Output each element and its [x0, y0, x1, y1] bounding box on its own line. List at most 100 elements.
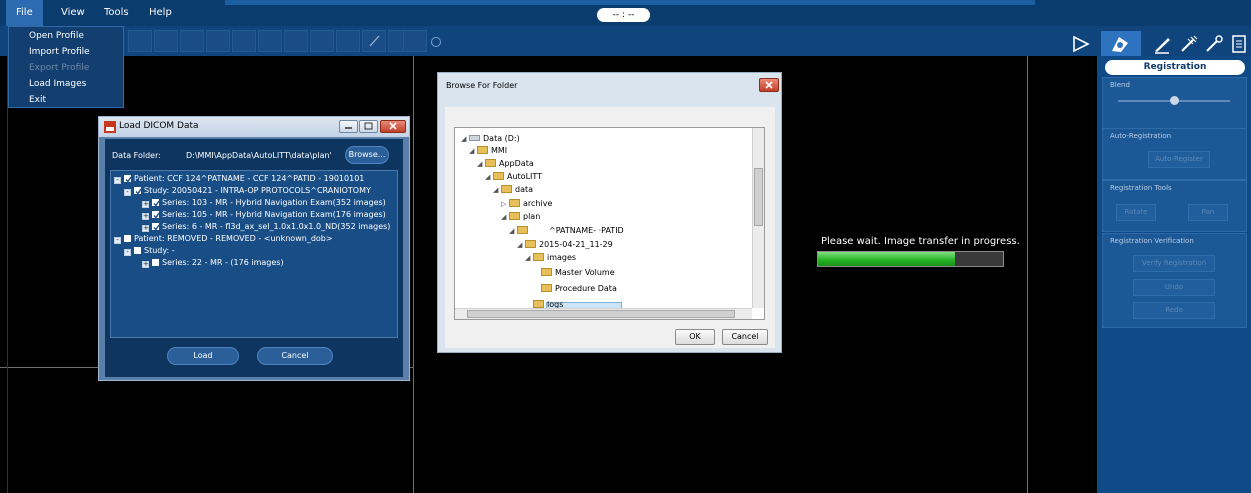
folder-icon: [477, 146, 488, 154]
toolbar-button[interactable]: [310, 30, 334, 52]
ellipse-tool-icon[interactable]: [431, 37, 441, 47]
tree-item[interactable]: ◢ AutoLITT: [485, 172, 542, 181]
toolbar-button[interactable]: [284, 30, 308, 52]
redo-button[interactable]: Redo: [1133, 302, 1215, 319]
toolbar-button[interactable]: [180, 30, 204, 52]
pan-button[interactable]: Pan: [1188, 204, 1228, 221]
blend-slider-thumb[interactable]: [1170, 96, 1179, 105]
tree-item[interactable]: Master Volume: [541, 268, 615, 277]
toolbar-button[interactable]: [403, 30, 427, 52]
toolbar-button[interactable]: [206, 30, 230, 52]
maximize-button[interactable]: [359, 120, 378, 133]
folder-icon: [533, 300, 544, 308]
tree-item[interactable]: ◢ Data (D:): [461, 134, 520, 143]
collapsed-arrow-icon[interactable]: ▷: [501, 200, 509, 208]
expand-icon[interactable]: +: [142, 201, 149, 208]
tree-item[interactable]: ◢ images: [525, 253, 576, 262]
tree-series-row[interactable]: + Series: 105 - MR - Hybrid Navigation Ex…: [142, 210, 386, 220]
report-icon[interactable]: [1229, 34, 1249, 54]
expanded-arrow-icon[interactable]: ◢: [461, 135, 469, 143]
checkbox-unchecked-icon[interactable]: [134, 247, 141, 254]
expanded-arrow-icon[interactable]: ◢: [517, 241, 525, 249]
toolbar-button[interactable]: [336, 30, 360, 52]
menu-file[interactable]: File: [6, 0, 43, 26]
undo-button[interactable]: Undo: [1133, 279, 1215, 296]
ok-button[interactable]: OK: [675, 329, 715, 345]
menu-tools[interactable]: Tools: [94, 0, 139, 26]
tree-item[interactable]: ▷ archive: [501, 199, 552, 208]
collapse-icon[interactable]: -: [114, 237, 121, 244]
tree-item[interactable]: ◢ AppData: [477, 159, 534, 168]
scrollbar-thumb[interactable]: [754, 168, 763, 226]
checkbox-checked-icon[interactable]: [134, 187, 142, 195]
tree-item-selected[interactable]: Procedure Data: [541, 284, 617, 293]
close-button[interactable]: [759, 78, 779, 92]
checkbox-checked-icon[interactable]: [124, 175, 132, 183]
checkbox-checked-icon[interactable]: [152, 211, 160, 219]
toolbar-button[interactable]: [232, 30, 256, 52]
expand-icon[interactable]: +: [142, 225, 149, 232]
tree-item[interactable]: ◢ ^PATNAME- ·PATID: [509, 226, 624, 235]
toolbar-button[interactable]: [154, 30, 178, 52]
expanded-arrow-icon[interactable]: ◢: [477, 160, 485, 168]
load-button[interactable]: Load: [167, 347, 239, 365]
expand-icon[interactable]: +: [142, 213, 149, 220]
expanded-arrow-icon[interactable]: ◢: [493, 186, 501, 194]
dialog-titlebar[interactable]: Load DICOM Data: [99, 117, 409, 137]
tree-series-row[interactable]: + Series: 22 - MR - (176 images): [142, 258, 284, 268]
tree-series-row[interactable]: + Series: 103 - MR - Hybrid Navigation Ex…: [142, 198, 386, 208]
procedure-timer: -- : --: [597, 8, 650, 22]
auto-register-button[interactable]: Auto-Register: [1148, 151, 1210, 168]
checkbox-checked-icon[interactable]: [152, 199, 160, 207]
expanded-arrow-icon[interactable]: ◢: [485, 173, 493, 181]
browse-button[interactable]: Browse...: [345, 146, 389, 164]
collapse-icon[interactable]: -: [124, 189, 131, 196]
checkbox-checked-icon[interactable]: [152, 223, 160, 231]
close-button[interactable]: [380, 120, 406, 133]
expanded-arrow-icon[interactable]: ◢: [501, 213, 509, 221]
tree-item[interactable]: ◢ data: [493, 185, 533, 194]
vertical-scrollbar[interactable]: [752, 128, 764, 308]
horizontal-scrollbar[interactable]: [455, 308, 752, 319]
tree-series-row[interactable]: + Series: 6 - MR - fl3d_ax_sel_1.0x1.0x1.…: [142, 222, 390, 232]
tree-item[interactable]: ◢ 2015-04-21_11-29: [517, 240, 613, 249]
menu-load-images[interactable]: Load Images: [29, 79, 86, 89]
tree-study-row[interactable]: - Study: -: [124, 246, 175, 256]
tree-item[interactable]: ◢ plan: [501, 212, 540, 221]
minimize-button[interactable]: [339, 120, 358, 133]
verify-registration-button[interactable]: Verify Registration: [1133, 255, 1215, 272]
data-folder-path: D:\MMI\AppData\AutoLITT\data\plan': [186, 151, 332, 160]
tree-item[interactable]: ◢ MMI: [469, 146, 507, 155]
expanded-arrow-icon[interactable]: ◢: [509, 227, 517, 235]
menu-view[interactable]: View: [51, 0, 95, 26]
menu-open-profile[interactable]: Open Profile: [29, 31, 84, 41]
plan-icon[interactable]: [1152, 34, 1172, 54]
toolbar-button[interactable]: [258, 30, 282, 52]
expanded-arrow-icon[interactable]: ◢: [525, 254, 533, 262]
cancel-button[interactable]: Cancel: [722, 329, 768, 345]
rotate-button[interactable]: Rotate: [1116, 204, 1156, 221]
expanded-arrow-icon[interactable]: ◢: [469, 147, 477, 155]
registration-tab[interactable]: [1101, 31, 1141, 57]
tree-study-row[interactable]: - Study: 20050421 - INTRA-OP PROTOCOLS^CR…: [124, 186, 371, 196]
collapse-icon[interactable]: -: [124, 249, 131, 256]
checkbox-unchecked-icon[interactable]: [124, 235, 131, 242]
cancel-button[interactable]: Cancel: [257, 347, 333, 365]
checkbox-unchecked-icon[interactable]: [152, 259, 159, 266]
tree-patient-row[interactable]: - Patient: REMOVED - REMOVED - <unknown_d…: [114, 234, 333, 244]
expand-icon[interactable]: +: [142, 261, 149, 268]
tree-label: Series: 6 - MR - fl3d_ax_sel_1.0x1.0x1.0…: [162, 222, 391, 231]
tree-patient-row[interactable]: - Patient: CCF 124^PATNAME - CCF 124^PATI…: [114, 174, 364, 184]
collapse-icon[interactable]: -: [114, 177, 121, 184]
menu-import-profile[interactable]: Import Profile: [29, 47, 90, 57]
tool-icon[interactable]: [1204, 34, 1224, 54]
toolbar-button[interactable]: [128, 30, 152, 52]
dialog-title: Browse For Folder: [446, 81, 518, 90]
scrollbar-thumb[interactable]: [467, 310, 735, 318]
line-tool-button[interactable]: [362, 30, 386, 52]
menu-exit[interactable]: Exit: [29, 95, 46, 105]
dicom-tree: - Patient: CCF 124^PATNAME - CCF 124^PATI…: [110, 170, 398, 338]
menu-help[interactable]: Help: [139, 0, 182, 26]
ablation-icon[interactable]: [1179, 34, 1199, 54]
play-icon[interactable]: [1071, 34, 1091, 54]
